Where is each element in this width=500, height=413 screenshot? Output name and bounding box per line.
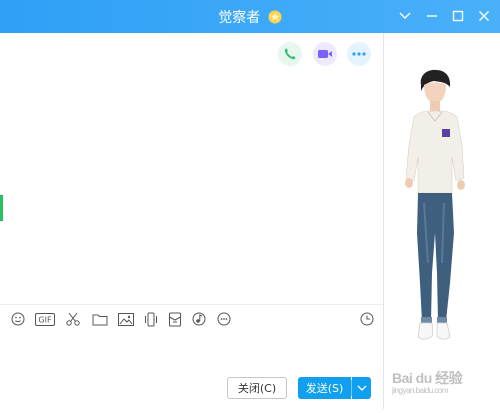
music-button[interactable]	[190, 311, 208, 327]
red-packet-button[interactable]	[166, 311, 184, 327]
avatar-figure	[405, 69, 465, 340]
avatar-show-panel	[384, 33, 500, 409]
scissors-icon	[66, 312, 80, 326]
more-tools-button[interactable]	[215, 311, 233, 327]
image-icon	[118, 312, 134, 326]
gif-button[interactable]: GIF	[35, 311, 55, 327]
gif-icon: GIF	[35, 312, 55, 326]
toolbar-separator	[0, 304, 383, 305]
screenshot-button[interactable]	[64, 311, 82, 327]
maximize-icon[interactable]	[450, 8, 466, 24]
message-area[interactable]	[0, 33, 383, 304]
svg-text:GIF: GIF	[38, 315, 52, 324]
chevron-down-icon	[357, 385, 366, 391]
video-camera-icon	[318, 50, 332, 58]
smiley-icon	[11, 312, 25, 326]
send-image-button[interactable]	[117, 311, 135, 327]
close-icon[interactable]	[476, 8, 492, 24]
more-circle-icon	[217, 312, 231, 326]
close-button[interactable]: 关闭(C)	[227, 377, 287, 399]
star-badge-icon	[268, 10, 282, 24]
contact-name: 觉察者	[218, 10, 261, 26]
folder-icon	[92, 314, 108, 325]
send-options-button[interactable]	[352, 377, 371, 399]
watermark-text: Bai du 经验	[392, 370, 463, 386]
minimize-icon[interactable]	[424, 8, 440, 24]
shake-button[interactable]	[142, 311, 160, 327]
watermark: Bai du 经验 jingyan.baidu.com	[392, 368, 463, 395]
red-envelope-icon	[169, 312, 181, 326]
emoji-button[interactable]	[9, 311, 27, 327]
music-note-icon	[192, 312, 206, 326]
voice-call-button[interactable]	[278, 42, 302, 66]
watermark-sub: jingyan.baidu.com	[392, 386, 448, 395]
history-button[interactable]	[358, 311, 376, 327]
more-dots-icon	[352, 52, 366, 56]
side-accent-bar	[0, 195, 3, 221]
chevron-down-icon[interactable]	[397, 8, 413, 24]
send-file-button[interactable]	[91, 311, 109, 327]
phone-shake-icon	[145, 312, 157, 326]
video-call-button[interactable]	[313, 42, 337, 66]
clock-icon	[360, 312, 374, 326]
phone-icon	[284, 48, 296, 60]
title-bar: 觉察者	[0, 0, 500, 33]
send-button[interactable]: 发送(S)	[298, 377, 351, 399]
more-options-button[interactable]	[347, 42, 371, 66]
